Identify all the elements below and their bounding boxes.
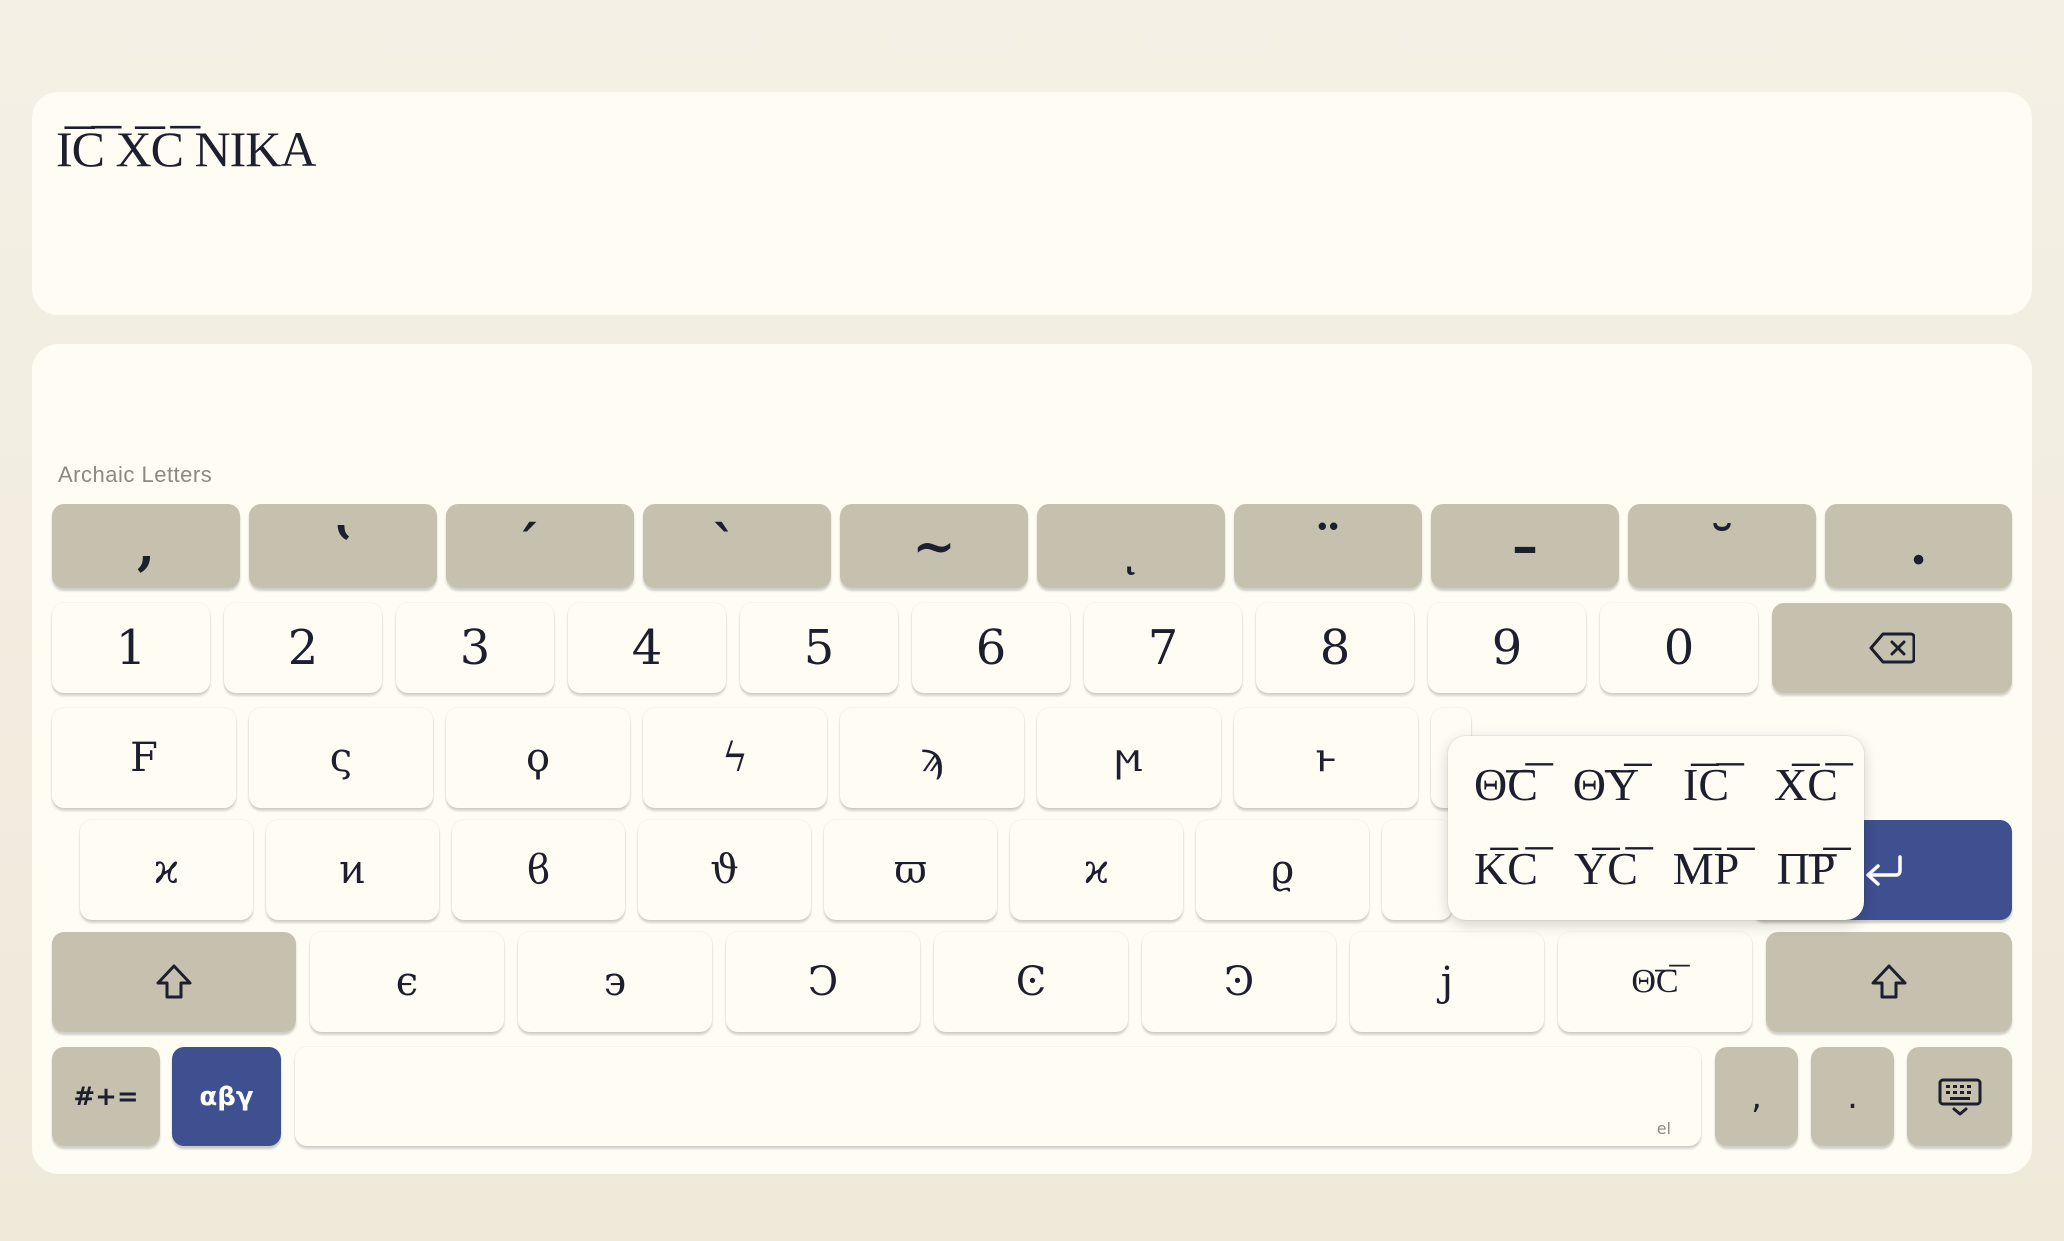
accent-key-breve[interactable]: ˘ (1628, 504, 1816, 588)
accent-key-tilde[interactable]: ~ (840, 504, 1028, 588)
key-stigma[interactable]: ς (249, 708, 433, 808)
key-6[interactable]: 6 (912, 603, 1070, 693)
accent-key-dasia[interactable]: ʽ (249, 504, 437, 588)
popup-item-huios[interactable]: Y͞C͞ (1556, 826, 1656, 910)
greek-layout-button[interactable]: αβγ (172, 1047, 281, 1146)
key-dotted-lunate-sigma[interactable]: Ͼ (934, 932, 1128, 1032)
key-san[interactable]: ϻ (1037, 708, 1221, 808)
accent-key-psili[interactable]: , (52, 504, 240, 588)
space-bar[interactable]: el (295, 1047, 1701, 1146)
backspace-button[interactable] (1772, 603, 2012, 693)
accent-key-diaeresis[interactable]: ¨ (1234, 504, 1422, 588)
key-reversed-lunate-epsilon[interactable]: ϶ (518, 932, 712, 1032)
shift-icon (154, 963, 194, 1001)
accent-key-acute[interactable]: ́ (446, 504, 634, 588)
key-digamma[interactable]: F (52, 708, 236, 808)
key-lunate-epsilon[interactable]: ϵ (310, 932, 504, 1032)
row-label: Archaic Letters (58, 462, 213, 487)
symbols-button[interactable]: #+= (52, 1047, 160, 1146)
backspace-icon (1869, 632, 1915, 664)
key-theos-abbreviation[interactable]: Θ͞C͞ (1558, 932, 1752, 1032)
key-heta[interactable]: ͱ (1234, 708, 1418, 808)
text-input-area[interactable]: I͞C͞ X͞C͞ NIKA (32, 92, 2032, 315)
accent-key-macron[interactable]: – (1431, 504, 1619, 588)
key-pamphylian-digamma[interactable]: ͷ (266, 820, 439, 920)
popup-item-meter[interactable]: M͞P͞ (1656, 826, 1756, 910)
key-beta-symbol[interactable]: ϐ (452, 820, 625, 920)
space-bar-language-hint: el (1656, 1119, 1671, 1138)
key-sampi[interactable]: ϡ (840, 708, 1024, 808)
key-reversed-dotted-lunate-sigma[interactable]: Ͽ (1142, 932, 1336, 1032)
period-key[interactable]: . (1811, 1047, 1894, 1146)
shift-icon (1869, 963, 1909, 1001)
key-kappa-symbol[interactable]: ϰ (80, 820, 253, 920)
key-koppa-numeral[interactable]: ϟ (643, 708, 827, 808)
accent-key-dot[interactable]: . (1825, 504, 2012, 588)
key-0[interactable]: 0 (1600, 603, 1758, 693)
nomina-sacra-popup: Θ͞C͞ Θ͞Y͞ I͞C͞ X͞C͞ K͞C͞ Y͞C͞ M͞P͞ Π͞P͞ (1448, 736, 1864, 920)
key-5[interactable]: 5 (740, 603, 898, 693)
key-9[interactable]: 9 (1428, 603, 1586, 693)
key-reversed-lunate-sigma[interactable]: Ͻ (726, 932, 920, 1032)
key-koppa[interactable]: ϙ (446, 708, 630, 808)
key-theta-symbol[interactable]: ϑ (638, 820, 811, 920)
accent-key-iota-subscript[interactable]: ͅ (1037, 504, 1225, 588)
popup-item-theou[interactable]: Θ͞Y͞ (1556, 742, 1656, 826)
key-4[interactable]: 4 (568, 603, 726, 693)
key-1[interactable]: 1 (52, 603, 210, 693)
key-2[interactable]: 2 (224, 603, 382, 693)
input-text: I͞C͞ X͞C͞ NIKA (56, 121, 316, 177)
key-3[interactable]: 3 (396, 603, 554, 693)
popup-item-iesous[interactable]: I͞C͞ (1656, 742, 1756, 826)
key-kappa-variant[interactable]: ϰ (1010, 820, 1183, 920)
popup-item-theos[interactable]: Θ͞C͞ (1456, 742, 1556, 826)
key-rho-symbol[interactable]: ϱ (1196, 820, 1369, 920)
popup-item-pater[interactable]: Π͞P͞ (1756, 826, 1856, 910)
key-hidden-2[interactable] (1382, 820, 1452, 920)
enter-icon (1862, 853, 1906, 887)
key-yot[interactable]: ϳ (1350, 932, 1544, 1032)
popup-item-christos[interactable]: X͞C͞ (1756, 742, 1856, 826)
key-7[interactable]: 7 (1084, 603, 1242, 693)
keyboard-hide-button[interactable] (1907, 1047, 2012, 1146)
popup-item-kyrios[interactable]: K͞C͞ (1456, 826, 1556, 910)
key-pi-symbol[interactable]: ϖ (824, 820, 997, 920)
shift-left-button[interactable] (52, 932, 296, 1032)
keyboard-icon (1937, 1077, 1983, 1117)
accent-key-grave[interactable]: ̀ (643, 504, 831, 588)
comma-key[interactable]: , (1715, 1047, 1798, 1146)
key-8[interactable]: 8 (1256, 603, 1414, 693)
shift-right-button[interactable] (1766, 932, 2012, 1032)
